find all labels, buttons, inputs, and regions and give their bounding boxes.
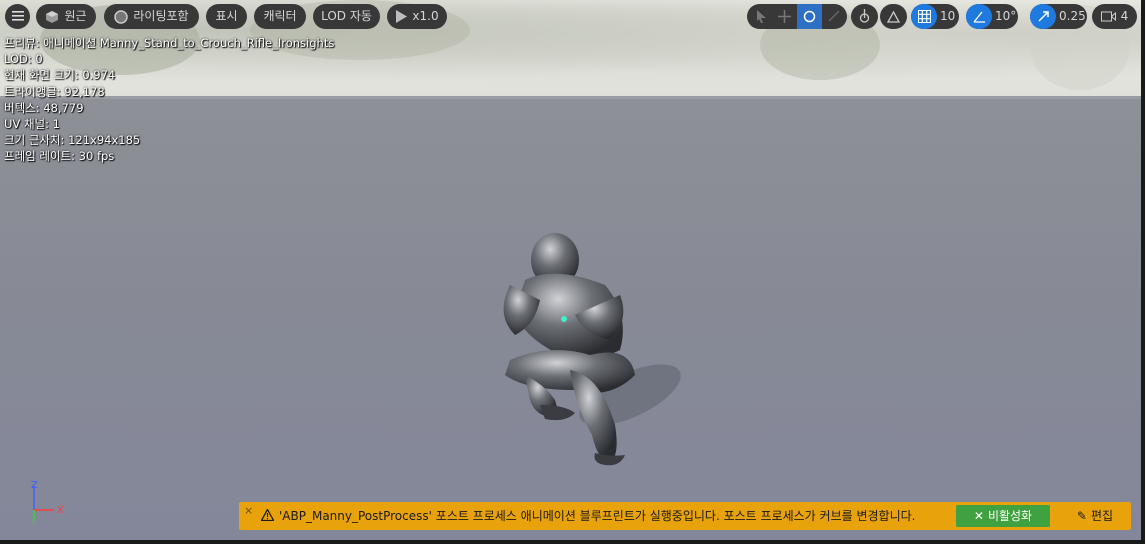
surface-snap-icon [886, 10, 901, 23]
rotate-tool[interactable] [797, 4, 822, 29]
playback-speed-button[interactable]: x1.0 [387, 4, 447, 29]
scale-tool[interactable] [821, 4, 846, 29]
scale-arrow-icon [1037, 11, 1049, 22]
notice-close-button[interactable]: × [244, 504, 253, 517]
grid-snap-control[interactable]: 10 [911, 4, 959, 29]
axis-gizmo: Z X Y [30, 480, 64, 524]
transform-tools-group [747, 4, 847, 29]
scale-snap-control[interactable]: 0.25 [1030, 4, 1087, 29]
stat-screen-size: 현재 화면 크기: 0.974 [4, 68, 116, 83]
scale-icon [827, 10, 840, 22]
playback-label: x1.0 [412, 9, 439, 23]
axis-x-label: X [57, 505, 64, 516]
pivot-button[interactable] [851, 4, 878, 29]
stat-frame-rate: 프레임 레이트: 30 fps [4, 149, 115, 164]
rotation-snap-toggle[interactable] [966, 4, 992, 29]
disable-postprocess-button[interactable]: ✕ 비활성화 [956, 505, 1050, 527]
menu-button[interactable] [5, 4, 30, 29]
lighting-label: 라이팅포함 [133, 9, 189, 23]
camera-icon [1100, 11, 1116, 22]
grid-icon [917, 10, 931, 23]
axis-z-label: Z [31, 480, 38, 491]
lod-button[interactable]: LOD 자동 [313, 4, 380, 29]
viewport[interactable]: 원근 라이팅포함 표시 캐릭터 LOD 자동 x1.0 10 10° 0.25 … [0, 0, 1145, 544]
postprocess-notice: × 'ABP_Manny_PostProcess' 포스트 프로세스 애니메이션… [239, 502, 1131, 530]
show-button[interactable]: 표시 [206, 4, 247, 29]
stat-approx-size: 크기 근사치: 121x94x185 [4, 133, 141, 148]
move-icon [778, 10, 791, 23]
select-tool[interactable] [749, 4, 774, 29]
viewport-stats: 프리뷰: 애니메이션 Manny_Stand_to_Crouch_Rifle_I… [4, 35, 334, 165]
perspective-label: 원근 [64, 9, 87, 23]
stat-vertices: 버텍스: 48,779 [4, 100, 84, 115]
disable-label: 비활성화 [987, 509, 1033, 523]
camera-speed-value: 4 [1120, 9, 1129, 23]
rotation-snap-control[interactable]: 10° [966, 4, 1018, 29]
cube-icon [46, 10, 59, 23]
lighting-mode-button[interactable]: 라이팅포함 [104, 4, 199, 29]
scale-snap-value: 0.25 [1059, 9, 1086, 23]
stat-uv-channels: UV 채널: 1 [4, 117, 60, 132]
hamburger-icon [11, 11, 24, 21]
edit-postprocess-button[interactable]: ✎ 편집 [1070, 505, 1120, 527]
perspective-button[interactable]: 원근 [36, 4, 96, 29]
stat-preview: 프리뷰: 애니메이션 Manny_Stand_to_Crouch_Rifle_I… [4, 36, 335, 50]
grid-snap-toggle[interactable] [911, 4, 937, 29]
edit-label: 편집 [1090, 509, 1114, 523]
axis-y-label: Y [30, 515, 38, 524]
notice-message: 'ABP_Manny_PostProcess' 포스트 프로세스 애니메이션 블… [279, 509, 916, 523]
rotate-icon [803, 10, 816, 23]
grid-snap-value: 10 [940, 9, 956, 23]
scale-snap-toggle[interactable] [1030, 4, 1056, 29]
stat-triangles: 트라이앵글: 92,178 [4, 84, 105, 99]
viewport-toolbar: 원근 라이팅포함 표시 캐릭터 LOD 자동 x1.0 10 10° 0.25 … [0, 4, 1141, 30]
crouching-character-mesh[interactable] [470, 225, 700, 475]
warning-icon [261, 509, 274, 521]
rotation-snap-value: 10° [995, 9, 1017, 23]
translate-tool[interactable] [772, 4, 797, 29]
character-label: 캐릭터 [263, 9, 297, 23]
surface-snap-button[interactable] [880, 4, 907, 29]
character-button[interactable]: 캐릭터 [254, 4, 306, 29]
lod-label: LOD 자동 [321, 9, 372, 23]
lit-sphere-icon [114, 9, 129, 24]
play-icon [396, 10, 408, 23]
camera-speed-button[interactable]: 4 [1092, 4, 1137, 29]
close-x-icon: ✕ [973, 509, 984, 523]
cursor-icon [757, 10, 766, 23]
pivot-icon [859, 9, 870, 23]
angle-icon [972, 11, 985, 23]
show-label: 표시 [215, 9, 238, 23]
pencil-icon: ✎ [1076, 509, 1087, 523]
stat-lod: LOD: 0 [4, 52, 43, 67]
